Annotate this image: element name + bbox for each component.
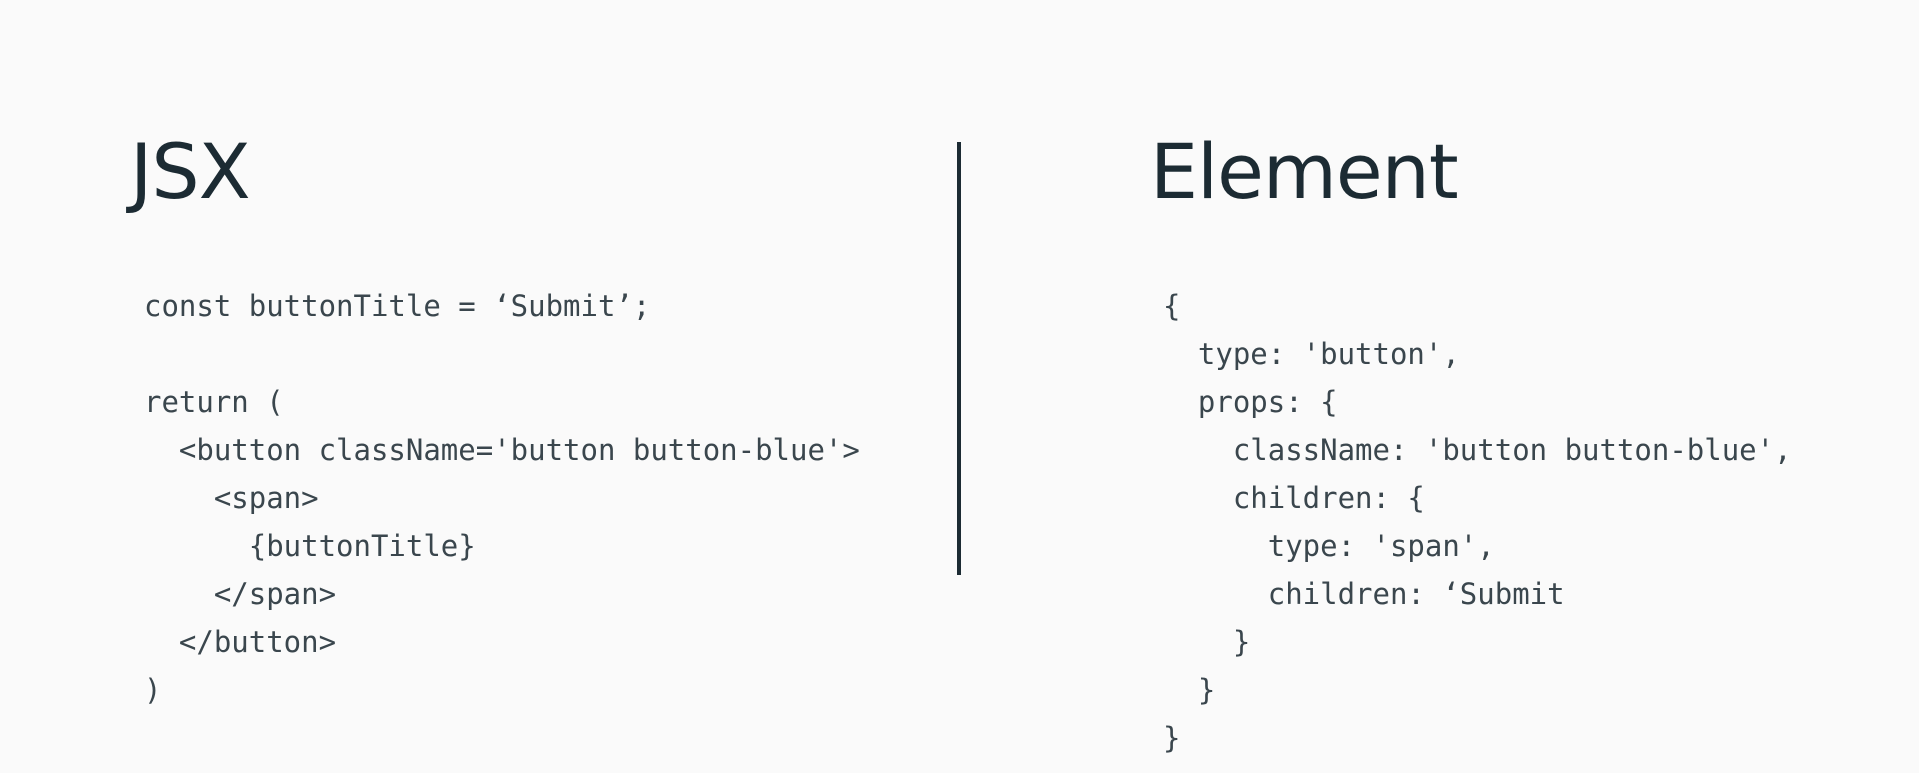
element-code-line-6: type: 'span', [1163, 529, 1495, 563]
jsx-code-line-6: {buttonTitle} [144, 529, 476, 563]
jsx-heading: JSX [130, 127, 251, 216]
element-code-line-4: className: 'button button-blue', [1163, 433, 1792, 467]
element-code-line-3: props: { [1163, 385, 1338, 419]
vertical-divider [957, 142, 961, 575]
jsx-code-line-5: <span> [144, 481, 319, 515]
element-code-line-5: children: { [1163, 481, 1425, 515]
element-code-block: { type: 'button', props: { className: 'b… [1163, 282, 1792, 755]
jsx-code-line-4: <button className='button button-blue'> [144, 433, 860, 467]
jsx-code-line-8: </button> [144, 625, 337, 659]
element-code-line-8: } [1163, 625, 1251, 659]
element-code-line-9: } [1163, 673, 1216, 707]
jsx-code-block: const buttonTitle = ‘Submit’; return ( <… [144, 282, 860, 707]
element-code-line-10: } [1163, 721, 1181, 755]
jsx-code-line-9: ) [144, 673, 162, 707]
jsx-code-line-3: return ( [144, 385, 284, 419]
element-code-line-1: { [1163, 289, 1181, 323]
element-code-line-7: children: ‘Submit [1163, 577, 1565, 611]
element-code-line-2: type: 'button', [1163, 337, 1460, 371]
element-heading: Element [1150, 127, 1459, 216]
jsx-code-line-7: </span> [144, 577, 337, 611]
jsx-code-line-1: const buttonTitle = ‘Submit’; [144, 289, 651, 323]
